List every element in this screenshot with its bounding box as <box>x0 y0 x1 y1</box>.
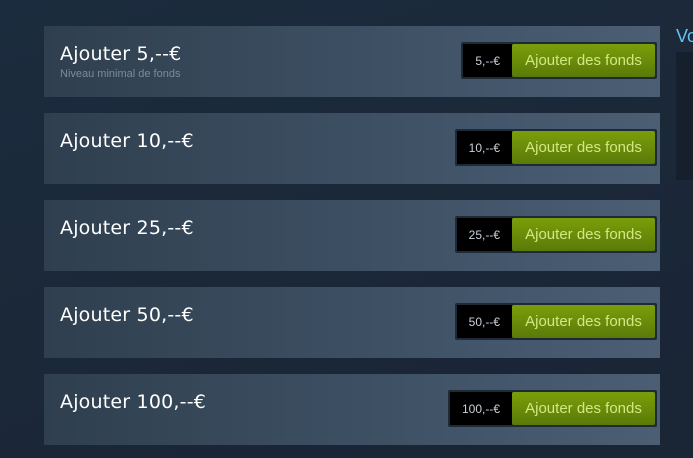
add-funds-button-50[interactable]: Ajouter des fonds <box>512 305 655 338</box>
side-panel <box>676 52 693 180</box>
price-label: 5,--€ <box>463 44 512 77</box>
add-funds-button-25[interactable]: Ajouter des fonds <box>512 218 655 251</box>
add-funds-row-10: Ajouter 10,--€ 10,--€ Ajouter des fonds <box>44 113 660 184</box>
add-funds-row-5: Ajouter 5,--€ Niveau minimal de fonds 5,… <box>44 26 660 97</box>
add-funds-row-50: Ajouter 50,--€ 50,--€ Ajouter des fonds <box>44 287 660 358</box>
add-funds-row-100: Ajouter 100,--€ 100,--€ Ajouter des fonds <box>44 374 660 445</box>
price-label: 25,--€ <box>456 218 512 251</box>
add-funds-button-10[interactable]: Ajouter des fonds <box>512 131 655 164</box>
price-label: 10,--€ <box>456 131 512 164</box>
add-funds-button-5[interactable]: Ajouter des fonds <box>512 44 655 77</box>
add-funds-row-25: Ajouter 25,--€ 25,--€ Ajouter des fonds <box>44 200 660 271</box>
price-label: 50,--€ <box>456 305 512 338</box>
side-panel-title: Vo <box>676 26 693 46</box>
row-subtitle: Niveau minimal de fonds <box>60 68 181 80</box>
row-title: Ajouter 10,--€ <box>60 130 194 152</box>
row-title: Ajouter 100,--€ <box>60 391 207 413</box>
add-funds-button-100[interactable]: Ajouter des fonds <box>512 392 655 425</box>
row-title: Ajouter 25,--€ <box>60 217 194 239</box>
row-title: Ajouter 5,--€ <box>60 43 182 65</box>
price-label: 100,--€ <box>449 392 512 425</box>
row-title: Ajouter 50,--€ <box>60 304 194 326</box>
